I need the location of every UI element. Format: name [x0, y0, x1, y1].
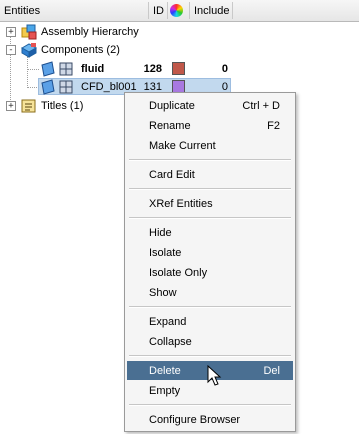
menu-separator — [129, 404, 291, 406]
assembly-icon — [21, 24, 37, 40]
browser-header: Entities ID Include — [0, 0, 359, 22]
menu-separator — [129, 306, 291, 308]
component-shape-icon — [41, 61, 55, 77]
tree-label: fluid — [81, 63, 105, 75]
header-divider[interactable] — [189, 2, 190, 19]
collapse-icon[interactable]: - — [6, 45, 16, 55]
menu-item-xref-entities[interactable]: XRef Entities — [127, 194, 293, 213]
component-shape-icon — [41, 79, 55, 95]
menu-item-label: Empty — [149, 385, 181, 397]
menu-item-configure-browser[interactable]: Configure Browser — [127, 410, 293, 429]
titles-icon — [21, 99, 36, 113]
tree-label: Titles (1) — [41, 100, 84, 112]
menu-separator — [129, 188, 291, 190]
menu-item-shortcut: Del — [263, 365, 280, 377]
menu-item-label: Hide — [149, 227, 172, 239]
menu-item-label: Make Current — [149, 140, 216, 152]
component-id: 128 — [143, 63, 162, 75]
menu-item-label: Collapse — [149, 336, 192, 348]
menu-item-make-current[interactable]: Make Current — [127, 136, 293, 155]
menu-item-isolate-only[interactable]: Isolate Only — [127, 263, 293, 282]
menu-separator — [129, 355, 291, 357]
menu-item-rename[interactable]: Rename F2 — [127, 116, 293, 135]
mouse-pointer-icon — [207, 365, 222, 386]
header-entities[interactable]: Entities — [4, 5, 40, 17]
menu-item-label: Card Edit — [149, 169, 195, 181]
tree-row-fluid[interactable]: fluid 128 0 — [0, 60, 359, 78]
expand-icon[interactable]: + — [6, 101, 16, 111]
menu-item-isolate[interactable]: Isolate — [127, 243, 293, 262]
menu-separator — [129, 217, 291, 219]
menu-item-shortcut: Ctrl + D — [242, 100, 280, 112]
expand-icon[interactable]: + — [6, 27, 16, 37]
menu-item-label: Show — [149, 287, 177, 299]
header-divider[interactable] — [232, 2, 233, 19]
menu-separator — [129, 159, 291, 161]
menu-item-duplicate[interactable]: Duplicate Ctrl + D — [127, 96, 293, 115]
menu-item-expand[interactable]: Expand — [127, 312, 293, 331]
menu-item-show[interactable]: Show — [127, 283, 293, 302]
menu-item-hide[interactable]: Hide — [127, 223, 293, 242]
menu-item-label: Duplicate — [149, 100, 195, 112]
mesh-grid-icon — [59, 62, 73, 76]
mesh-grid-icon — [59, 80, 73, 94]
tree-label: Components (2) — [41, 44, 120, 56]
color-wheel-icon[interactable] — [170, 4, 183, 17]
menu-item-collapse[interactable]: Collapse — [127, 332, 293, 351]
menu-item-label: Isolate — [149, 247, 182, 259]
component-color-swatch[interactable] — [172, 62, 185, 75]
menu-item-label: Configure Browser — [149, 414, 241, 426]
header-id[interactable]: ID — [153, 5, 164, 17]
header-divider[interactable] — [167, 2, 168, 19]
menu-item-shortcut: F2 — [267, 120, 280, 132]
menu-item-label: Rename — [149, 120, 191, 132]
header-divider[interactable] — [148, 2, 149, 19]
tree-row-components[interactable]: - Components (2) — [0, 41, 359, 59]
menu-item-label: Isolate Only — [149, 267, 208, 279]
tree-row-assembly-hierarchy[interactable]: + Assembly Hierarchy — [0, 23, 359, 41]
header-include[interactable]: Include — [194, 5, 229, 17]
menu-item-label: Delete — [149, 365, 181, 377]
menu-item-card-edit[interactable]: Card Edit — [127, 165, 293, 184]
menu-item-label: Expand — [149, 316, 187, 328]
menu-item-label: XRef Entities — [149, 198, 213, 210]
components-icon — [21, 43, 37, 58]
tree-label: Assembly Hierarchy — [41, 26, 139, 38]
include-value: 0 — [221, 63, 228, 75]
